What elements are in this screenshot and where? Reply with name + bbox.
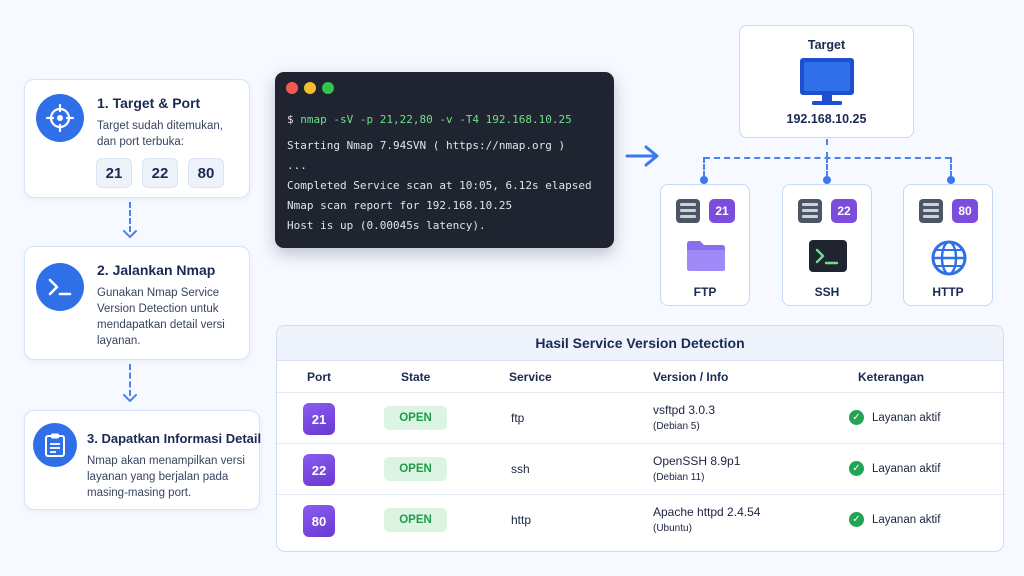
port-badge: 21 [709,199,735,223]
terminal-icon [809,240,847,272]
arrow-down-icon [123,230,137,238]
version-cell: OpenSSH 8.9p1 [653,454,741,468]
port-chip-80: 80 [188,158,224,188]
maximize-dot-icon [322,82,334,94]
service-cell: http [511,513,532,527]
port-badge: 22 [303,454,335,486]
monitor-icon [800,58,854,105]
state-badge: OPEN [384,457,447,481]
tree-connector [950,157,952,177]
close-dot-icon [286,82,298,94]
note-cell: ✓ Layanan aktif [849,512,940,527]
column-header-version: Version / Info [653,370,729,384]
step-card-get-details: 3. Dapatkan Informasi Detail Nmap akan m… [24,410,262,510]
terminal-line: Starting Nmap 7.94SVN ( https://nmap.org… [287,139,566,152]
note-text: Layanan aktif [872,411,941,424]
step-description: Gunakan Nmap Service Version Detection u… [97,287,225,347]
service-cell: ftp [511,411,525,425]
tree-connector [703,157,705,177]
note-cell: ✓ Layanan aktif [849,410,940,425]
version-cell: Apache httpd 2.4.54 [653,505,761,519]
note-cell: ✓ Layanan aktif [849,461,940,476]
terminal-icon [36,263,84,311]
arrow-down-icon [123,394,137,402]
state-badge: OPEN [384,406,447,430]
results-table: Hasil Service Version Detection Port Sta… [276,325,1004,552]
port-badge: 80 [303,505,335,537]
port-chip-22: 22 [142,158,178,188]
terminal-line: Completed Service scan at 10:05, 6.12s e… [287,179,592,192]
state-badge: OPEN [384,508,447,532]
service-name: FTP [693,285,717,299]
service-card-http: 80 HTTP [903,184,993,306]
column-header-note: Keterangan [858,370,925,384]
terminal-prompt: $ [287,113,301,126]
clipboard-icon [33,423,77,467]
column-header-state: State [401,370,431,384]
terminal-line: Host is up (0.00045s latency). [287,219,486,232]
note-text: Layanan aktif [872,462,941,475]
terminal-output: $ nmap -sV -p 21,22,80 -v -T4 192.168.10… [287,110,604,236]
table-row: 22 OPEN ssh OpenSSH 8.9p1 (Debian 11) ✓ … [277,443,1003,494]
service-card-ftp: 21 FTP [660,184,750,306]
step-description: Nmap akan menampilkan versi layanan yang… [87,455,245,499]
folder-icon [687,241,725,271]
port-chip-21: 21 [96,158,132,188]
arrow-right-icon [625,145,659,167]
terminal-command: nmap -sV -p 21,22,80 -v -T4 192.168.10.2… [300,113,572,126]
step-title: 3. Dapatkan Informasi Detail [87,431,262,446]
globe-icon [931,240,967,276]
version-cell: vsftpd 3.0.3 [653,403,716,417]
tree-connector [826,139,828,158]
target-ip: 192.168.10.25 [786,112,867,126]
column-header-service: Service [509,370,552,384]
server-icon [676,199,700,223]
step-title: 1. Target & Port [97,95,201,111]
target-host: Target 192.168.10.25 [739,25,914,138]
service-cell: ssh [511,462,530,476]
terminal-line: ... [287,159,307,172]
results-title: Hasil Service Version Detection [277,326,1003,361]
table-row: 21 OPEN ftp vsftpd 3.0.3 (Debian 5) ✓ La… [277,392,1003,443]
port-badge: 22 [831,199,857,223]
check-circle-icon: ✓ [849,410,864,425]
server-icon [919,199,943,223]
terminal-line: Nmap scan report for 192.168.10.25 [287,199,513,212]
connector-node [700,176,708,184]
note-text: Layanan aktif [872,513,941,526]
server-icon [798,199,822,223]
column-header-port: Port [307,370,331,384]
crosshair-icon [36,94,84,142]
service-card-ssh: 22 SSH [782,184,872,306]
check-circle-icon: ✓ [849,461,864,476]
tree-connector [826,157,828,177]
step-title: 2. Jalankan Nmap [97,262,216,278]
step-description: Target sudah ditemukan, dan port terbuka… [97,120,223,148]
version-info-cell: (Ubuntu) [653,523,692,534]
table-row: 80 OPEN http Apache httpd 2.4.54 (Ubuntu… [277,494,1003,545]
step-card-run-nmap: 2. Jalankan Nmap Gunakan Nmap Service Ve… [24,246,250,360]
connector-node [947,176,955,184]
service-name: HTTP [932,285,964,299]
connector-node [823,176,831,184]
port-badge: 80 [952,199,978,223]
port-badge: 21 [303,403,335,435]
service-name: SSH [814,285,840,299]
version-info-cell: (Debian 11) [653,472,705,483]
check-circle-icon: ✓ [849,512,864,527]
step-card-target-port: 1. Target & Port Target sudah ditemukan,… [24,79,250,198]
terminal-window: $ nmap -sV -p 21,22,80 -v -T4 192.168.10… [275,72,614,248]
target-label: Target [807,38,846,52]
minimize-dot-icon [304,82,316,94]
version-info-cell: (Debian 5) [653,421,700,432]
terminal-command-line: $ nmap -sV -p 21,22,80 -v -T4 192.168.10… [287,110,604,130]
